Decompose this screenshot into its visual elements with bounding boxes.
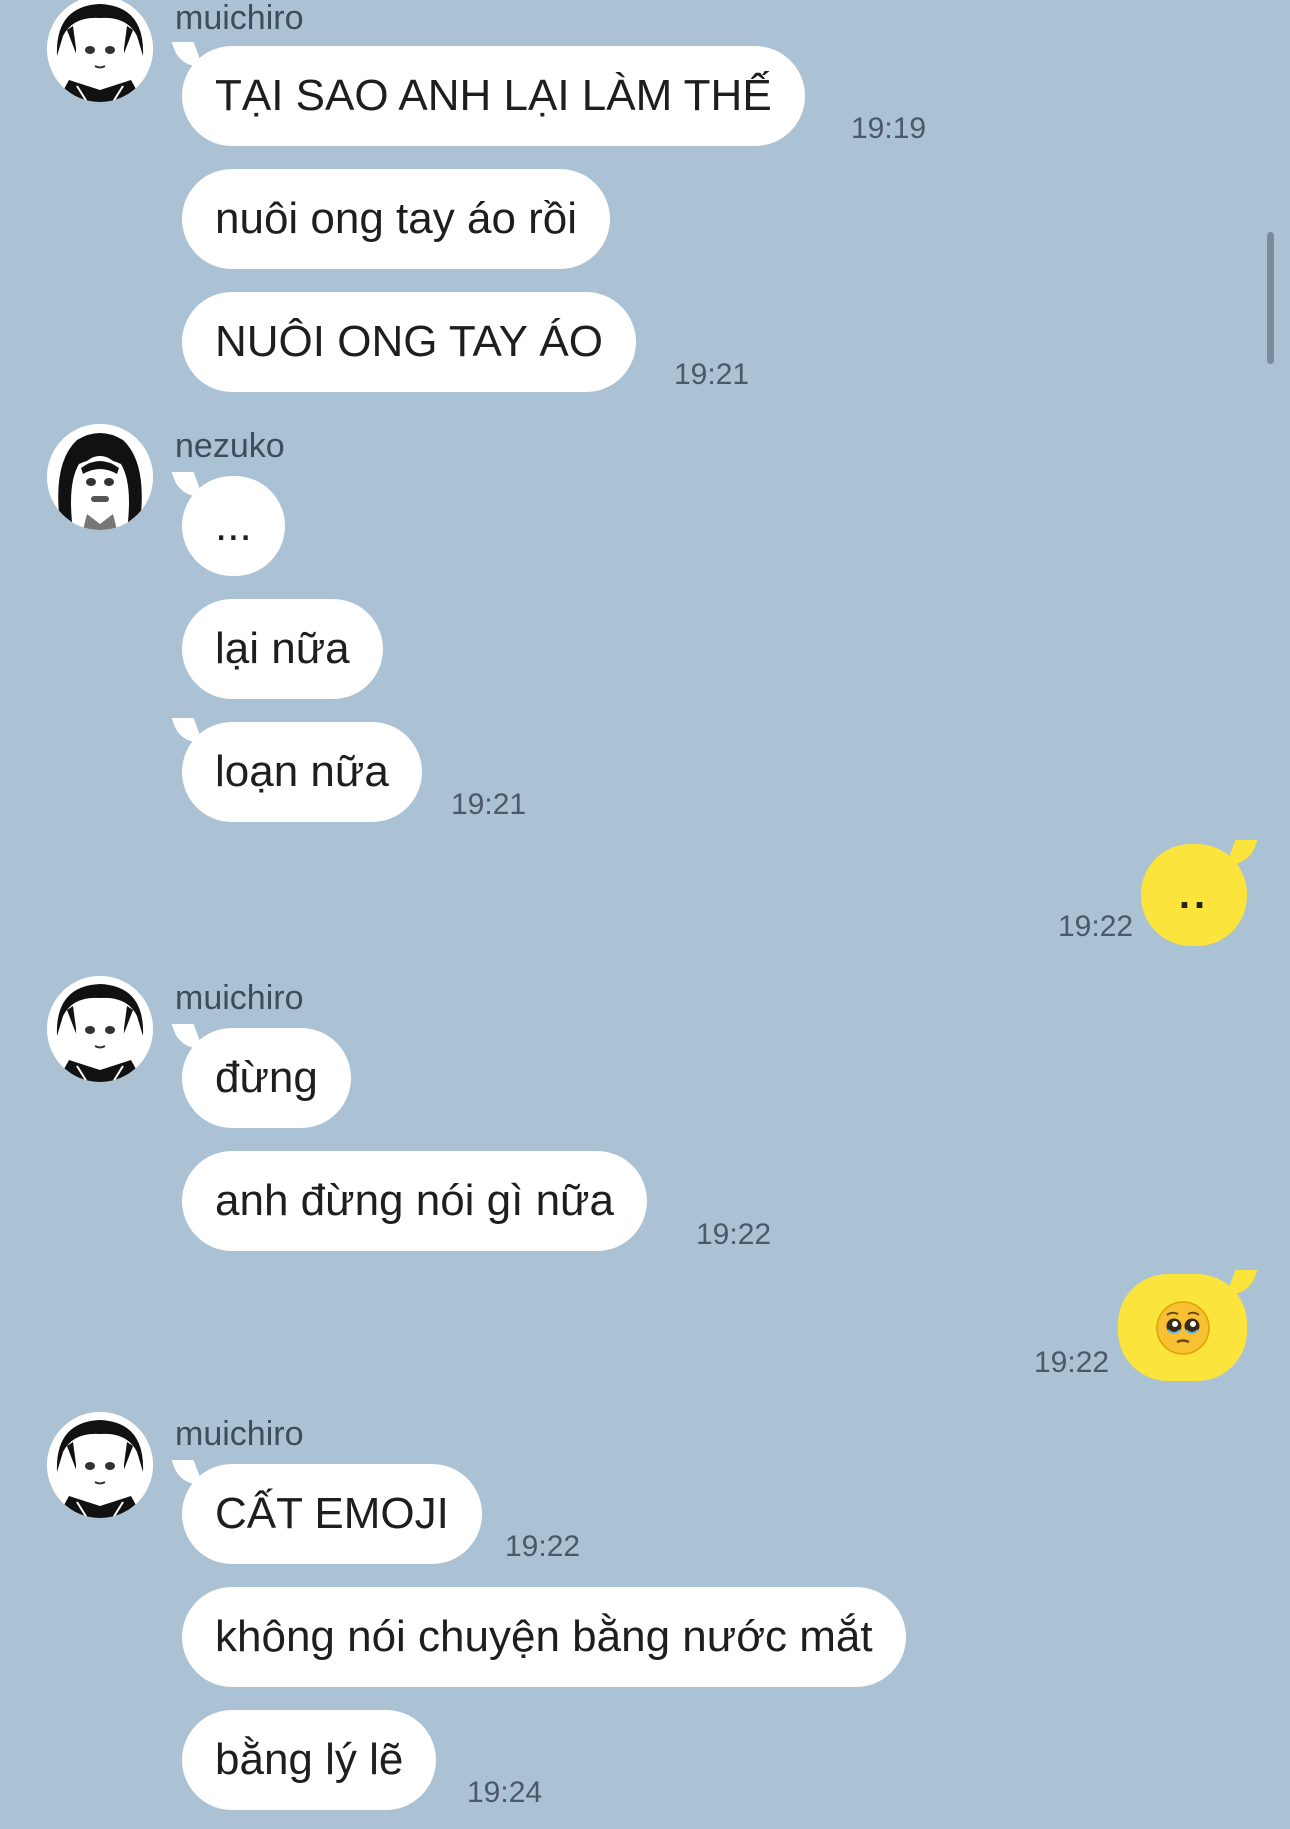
sender-name: nezuko [175, 427, 285, 465]
message-bubble[interactable]: anh đừng nói gì nữa [182, 1151, 647, 1251]
outgoing-message-bubble[interactable] [1118, 1274, 1247, 1381]
outgoing-message-bubble[interactable]: .. [1141, 844, 1247, 946]
message-bubble[interactable]: nuôi ong tay áo rồi [182, 169, 611, 269]
message-bubble[interactable]: CẤT EMOJI [182, 1464, 482, 1564]
message-bubble[interactable]: không nói chuyện bằng nước mắt [182, 1587, 906, 1687]
muichiro-avatar-icon [47, 0, 153, 102]
outgoing-message-text: .. [1178, 872, 1210, 917]
avatar-muichiro[interactable] [47, 0, 153, 102]
avatar-muichiro[interactable] [47, 1412, 153, 1518]
message-bubble[interactable]: TẠI SAO ANH LẠI LÀM THẾ [182, 46, 805, 146]
avatar-muichiro[interactable] [47, 976, 153, 1082]
sender-name: muichiro [175, 0, 304, 37]
message-bubble[interactable]: NUÔI ONG TAY ÁO [182, 292, 636, 392]
message-timestamp: 19:22 [1058, 910, 1134, 943]
muichiro-avatar-icon [47, 1412, 153, 1518]
message-bubble[interactable]: đừng [182, 1028, 351, 1128]
muichiro-avatar-icon [47, 976, 153, 1082]
chat-message-list[interactable]: muichiro TẠI SAO ANH LẠI LÀM THẾ 19:19 n… [0, 0, 1290, 1829]
sender-name: muichiro [175, 979, 304, 1017]
message-bubble[interactable]: lại nữa [182, 599, 383, 699]
sender-name: muichiro [175, 1415, 304, 1453]
message-timestamp: 19:21 [451, 788, 527, 821]
pleading-face-emoji-icon [1155, 1300, 1210, 1355]
message-timestamp: 19:24 [467, 1776, 543, 1809]
message-timestamp: 19:21 [674, 358, 750, 391]
avatar-nezuko[interactable] [47, 424, 153, 530]
message-bubble[interactable]: bằng lý lẽ [182, 1710, 437, 1810]
message-timestamp: 19:22 [696, 1218, 772, 1251]
scrollbar[interactable] [1267, 232, 1274, 364]
nezuko-avatar-icon [47, 424, 153, 530]
message-timestamp: 19:22 [1034, 1346, 1110, 1379]
message-timestamp: 19:19 [851, 112, 927, 145]
message-bubble[interactable]: ... [182, 476, 285, 576]
message-bubble[interactable]: loạn nữa [182, 722, 422, 822]
message-timestamp: 19:22 [505, 1530, 581, 1563]
